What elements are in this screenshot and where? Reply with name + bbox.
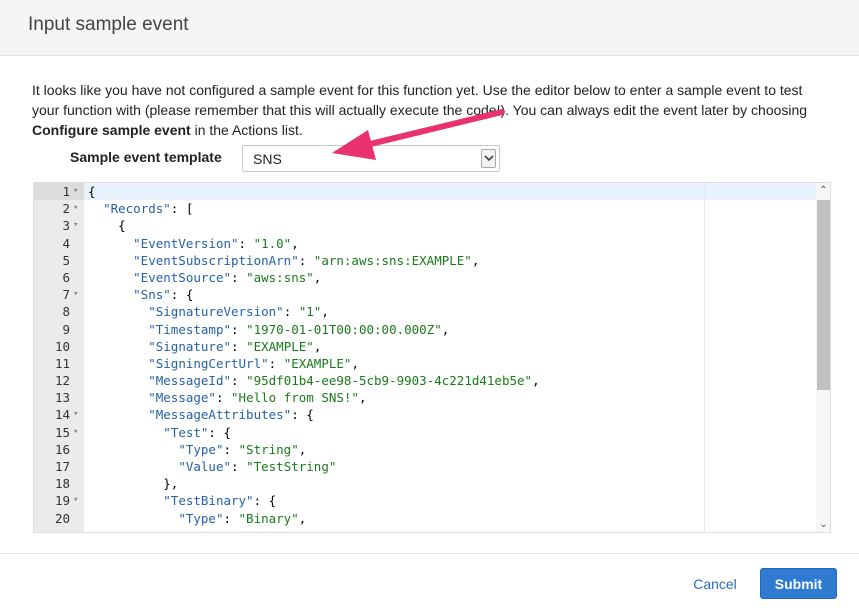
code-line[interactable]: 13 "Message": "Hello from SNS!", xyxy=(34,389,816,406)
fold-toggle-icon[interactable]: ▾ xyxy=(73,217,83,234)
scroll-down-icon[interactable]: ⌄ xyxy=(816,517,830,532)
code-text: "EventSource": "aws:sns", xyxy=(133,269,322,285)
code-text: "Value": "TestString" xyxy=(178,459,337,474)
fold-toggle-icon[interactable]: ▾ xyxy=(73,286,83,303)
fold-toggle-icon[interactable]: ▾ xyxy=(73,183,83,200)
line-number: 10 xyxy=(54,338,70,354)
code-text: "TestBinary": { xyxy=(163,493,277,509)
code-text: "Signature": "EXAMPLE", xyxy=(148,338,322,354)
code-line[interactable]: 17 "Value": "TestString" xyxy=(34,458,816,475)
code-line[interactable]: 12 "MessageId": "95df01b4-ee98-5cb9-9903… xyxy=(34,372,816,389)
code-line[interactable]: 14 ▾ "MessageAttributes": { xyxy=(34,406,816,423)
line-number: 6 xyxy=(62,269,70,285)
code-text: "MessageId": "95df01b4-ee98-5cb9-9903-4c… xyxy=(148,373,540,389)
line-number: 4 xyxy=(62,235,70,251)
code-text: "Timestamp": "1970-01-01T00:00:00.000Z", xyxy=(148,321,450,337)
code-line[interactable]: 18 }, xyxy=(34,475,816,492)
code-line[interactable]: 9 "Timestamp": "1970-01-01T00:00:00.000Z… xyxy=(34,321,816,338)
description-bold: Configure sample event xyxy=(32,122,191,138)
code-text: "Type": "String", xyxy=(178,441,307,457)
fold-toggle-icon[interactable]: ▾ xyxy=(73,424,83,441)
code-text: "EventSubscriptionArn": "arn:aws:sns:EXA… xyxy=(133,252,480,268)
code-text: "Records": [ xyxy=(103,201,194,217)
code-text: { xyxy=(88,184,96,199)
template-label: Sample event template xyxy=(70,149,222,165)
line-number: 18 xyxy=(54,476,70,492)
line-number: 16 xyxy=(54,441,70,457)
description-text: It looks like you have not configured a … xyxy=(32,82,808,118)
dialog-description: It looks like you have not configured a … xyxy=(32,80,832,140)
line-number: 5 xyxy=(62,252,70,268)
scroll-up-icon[interactable]: ⌃ xyxy=(816,183,830,198)
line-number: 12 xyxy=(54,373,70,389)
line-number: 11 xyxy=(54,355,70,371)
line-number: 1 xyxy=(62,184,70,199)
line-number: 8 xyxy=(62,304,70,320)
code-lines: 1 ▾{2 ▾ "Records": [3 ▾ {4 "EventVersion": … xyxy=(34,183,816,527)
code-line[interactable]: 3 ▾ { xyxy=(34,217,816,234)
code-text: "MessageAttributes": { xyxy=(148,407,314,423)
scroll-thumb[interactable] xyxy=(817,200,830,390)
code-editor[interactable]: 1 ▾{2 ▾ "Records": [3 ▾ {4 "EventVersion": … xyxy=(33,182,831,533)
line-number: 7 xyxy=(62,287,70,303)
line-number: 20 xyxy=(54,510,70,526)
line-number: 19 xyxy=(54,493,70,509)
code-text: "SignatureVersion": "1", xyxy=(148,304,329,320)
fold-toggle-icon[interactable]: ▾ xyxy=(73,492,83,509)
submit-button[interactable]: Submit xyxy=(760,568,837,599)
dialog-footer: Cancel Submit xyxy=(0,553,859,611)
line-number: 14 xyxy=(54,407,70,423)
line-number: 13 xyxy=(54,390,70,406)
line-number: 17 xyxy=(54,459,70,474)
code-line[interactable]: 7 ▾ "Sns": { xyxy=(34,286,816,303)
template-select-value: SNS xyxy=(253,151,282,167)
code-line[interactable]: 20 "Type": "Binary", xyxy=(34,510,816,527)
code-line[interactable]: 1 ▾ { xyxy=(34,183,816,200)
code-line[interactable]: 4 "EventVersion": "1.0", xyxy=(34,235,816,252)
code-line[interactable]: 19 ▾ "TestBinary": { xyxy=(34,492,816,509)
chevron-down-icon[interactable] xyxy=(481,149,496,168)
code-line[interactable]: 8 "SignatureVersion": "1", xyxy=(34,303,816,320)
dialog-title: Input sample event xyxy=(28,14,189,35)
code-line[interactable]: 11 "SigningCertUrl": "EXAMPLE", xyxy=(34,355,816,372)
code-text: "Message": "Hello from SNS!", xyxy=(148,390,367,406)
line-number: 3 xyxy=(62,218,70,234)
code-text: "Test": { xyxy=(163,424,231,440)
line-number: 2 xyxy=(62,201,70,217)
template-select[interactable]: SNS xyxy=(242,145,500,172)
code-text: "SigningCertUrl": "EXAMPLE", xyxy=(148,355,359,371)
code-line[interactable]: 16 "Type": "String", xyxy=(34,441,816,458)
dialog-header: Input sample event xyxy=(0,0,859,56)
cancel-button[interactable]: Cancel xyxy=(683,572,747,596)
sample-event-dialog: Input sample event It looks like you hav… xyxy=(0,0,859,611)
line-number: 15 xyxy=(54,424,70,440)
code-text: "Sns": { xyxy=(133,287,194,303)
fold-toggle-icon[interactable]: ▾ xyxy=(73,200,83,217)
code-line[interactable]: 5 "EventSubscriptionArn": "arn:aws:sns:E… xyxy=(34,252,816,269)
code-text: }, xyxy=(88,476,179,492)
code-text: "Type": "Binary", xyxy=(178,510,307,526)
code-line[interactable]: 6 "EventSource": "aws:sns", xyxy=(34,269,816,286)
code-text: "EventVersion": "1.0", xyxy=(133,235,299,251)
code-text: { xyxy=(88,218,126,234)
code-line[interactable]: 10 "Signature": "EXAMPLE", xyxy=(34,338,816,355)
code-line[interactable]: 15 ▾ "Test": { xyxy=(34,424,816,441)
code-line[interactable]: 2 ▾ "Records": [ xyxy=(34,200,816,217)
description-text-end: in the Actions list. xyxy=(190,122,303,138)
editor-scrollbar[interactable]: ⌃ ⌄ xyxy=(816,183,830,532)
fold-toggle-icon[interactable]: ▾ xyxy=(73,406,83,423)
line-number: 9 xyxy=(62,321,70,337)
